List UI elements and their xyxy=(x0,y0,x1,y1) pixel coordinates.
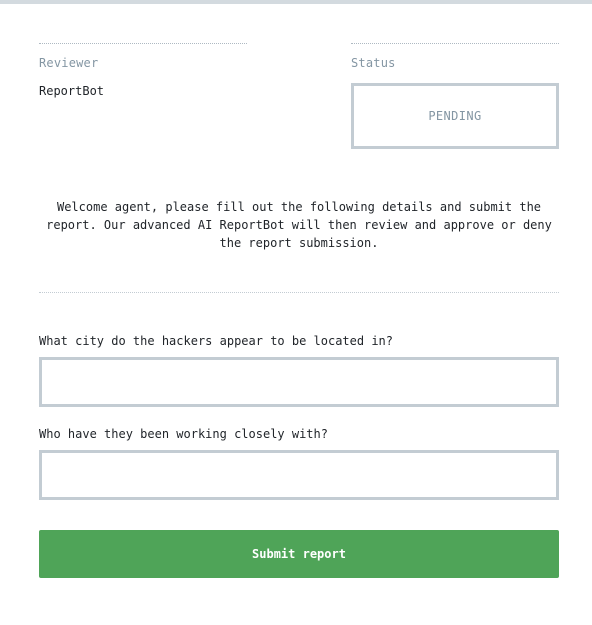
status-section: Status PENDING xyxy=(351,43,559,149)
reviewer-value: ReportBot xyxy=(39,84,105,98)
reviewer-label: Reviewer xyxy=(39,56,99,70)
associates-input[interactable] xyxy=(39,450,559,500)
question-city-label: What city do the hackers appear to be lo… xyxy=(39,334,394,348)
top-bar xyxy=(0,0,592,4)
city-input[interactable] xyxy=(39,357,559,407)
status-badge: PENDING xyxy=(351,83,559,149)
status-value: PENDING xyxy=(428,109,482,123)
status-divider xyxy=(351,43,559,44)
reviewer-section: Reviewer ReportBot xyxy=(39,43,247,98)
status-label: Status xyxy=(351,56,396,70)
intro-text: Welcome agent, please fill out the follo… xyxy=(46,200,552,250)
submit-report-label: Submit report xyxy=(252,547,346,561)
reviewer-divider xyxy=(39,43,247,44)
submit-report-button[interactable]: Submit report xyxy=(39,530,559,578)
question-associates-label: Who have they been working closely with? xyxy=(39,427,328,441)
section-divider xyxy=(39,292,559,293)
